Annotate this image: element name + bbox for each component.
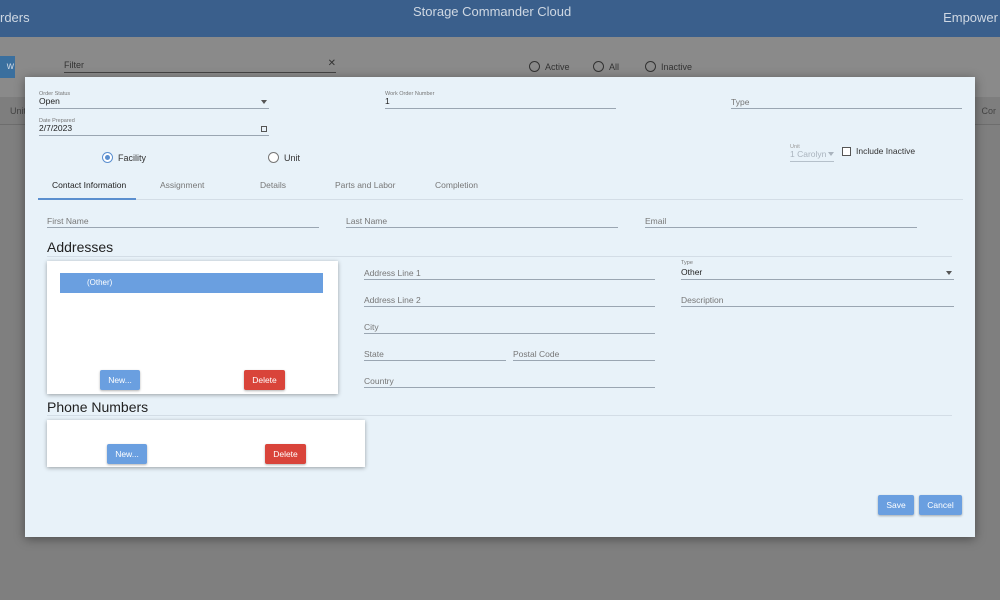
checkbox-box: [842, 146, 851, 156]
radio-unit[interactable]: Unit: [268, 152, 300, 163]
field-value: 1: [385, 96, 390, 106]
field-value: 1 Carolyn: [790, 149, 827, 159]
cancel-button[interactable]: Cancel: [919, 495, 962, 515]
email-field[interactable]: Email: [645, 216, 917, 228]
new-button[interactable]: w: [0, 56, 15, 78]
radio-label: All: [609, 61, 620, 72]
field-value: Open: [39, 96, 60, 106]
field-placeholder: Last Name: [346, 216, 388, 226]
city-field[interactable]: City: [364, 322, 655, 334]
radio-label: Active: [545, 61, 570, 72]
radio-circle: [645, 61, 656, 72]
radio-label: Unit: [284, 152, 301, 163]
radio-circle: [268, 152, 279, 163]
caret-down-icon: [946, 271, 952, 275]
radio-circle: [529, 61, 540, 72]
last-name-field[interactable]: Last Name: [346, 216, 618, 228]
app-logo: Storage Commander Cloud: [413, 4, 572, 19]
state-field[interactable]: State: [364, 349, 506, 361]
field-label: Work Order Number: [385, 91, 435, 97]
include-inactive-checkbox[interactable]: Include Inactive: [842, 146, 915, 156]
field-placeholder: First Name: [47, 216, 89, 226]
radio-circle-selected: [102, 152, 113, 163]
work-order-dialog: Order Status Open Work Order Number 1 Ty…: [25, 77, 975, 537]
caret-down-icon: [828, 152, 834, 156]
addresses-title: Addresses: [47, 239, 114, 255]
field-placeholder: Postal Code: [513, 349, 560, 359]
radio-label: Facility: [118, 152, 147, 163]
tab-bar: Contact Information Assignment Details P…: [38, 175, 963, 200]
new-phone-button[interactable]: New...: [107, 444, 147, 464]
address-list: (Other) New... Delete: [47, 261, 338, 394]
type-field[interactable]: Type: [731, 91, 962, 109]
field-value: Other: [681, 267, 703, 277]
first-name-field[interactable]: First Name: [47, 216, 319, 228]
field-placeholder: State: [364, 349, 384, 359]
filter-placeholder: Filter: [64, 60, 84, 70]
page-title-partial: rders: [0, 10, 30, 25]
filter-input[interactable]: Filter ✕: [64, 58, 336, 73]
field-label: Type: [681, 260, 693, 266]
unit-select[interactable]: Unit 1 Carolyn: [790, 144, 834, 162]
active-tab-indicator: [38, 198, 136, 200]
delete-address-button[interactable]: Delete: [244, 370, 285, 390]
column-header: Unit: [10, 106, 27, 116]
date-prepared-field[interactable]: Date Prepared 2/7/2023: [39, 118, 269, 136]
divider: [47, 415, 952, 416]
radio-label: Inactive: [661, 61, 693, 72]
radio-facility[interactable]: Facility: [102, 152, 146, 163]
tab-parts-and-labor[interactable]: Parts and Labor: [335, 180, 395, 190]
tab-assignment[interactable]: Assignment: [160, 180, 204, 190]
save-button[interactable]: Save: [878, 495, 914, 515]
app-header: rders Storage Commander Cloud Empower: [0, 0, 1000, 37]
country-field[interactable]: Country: [364, 376, 655, 388]
field-placeholder: Address Line 1: [364, 268, 421, 278]
address-line-1-field[interactable]: Address Line 1: [364, 268, 655, 280]
radio-inactive[interactable]: Inactive: [645, 61, 692, 72]
tab-contact-information[interactable]: Contact Information: [52, 180, 126, 190]
list-item[interactable]: (Other): [60, 273, 323, 293]
work-order-number-field[interactable]: Work Order Number 1: [385, 91, 616, 109]
field-value: 2/7/2023: [39, 123, 73, 133]
field-placeholder: Description: [681, 295, 724, 305]
postal-code-field[interactable]: Postal Code: [513, 349, 655, 361]
new-address-button[interactable]: New...: [100, 370, 140, 390]
clear-icon[interactable]: ✕: [328, 58, 336, 69]
phone-numbers-title: Phone Numbers: [47, 399, 149, 415]
field-placeholder: Email: [645, 216, 667, 226]
checkbox-label: Include Inactive: [856, 146, 916, 156]
order-status-select[interactable]: Order Status Open: [39, 91, 269, 109]
divider: [47, 256, 952, 257]
radio-circle: [593, 61, 604, 72]
company-name: Empower: [943, 10, 998, 25]
radio-active[interactable]: Active: [529, 61, 570, 72]
field-placeholder: Type: [731, 97, 750, 107]
delete-phone-button[interactable]: Delete: [265, 444, 306, 464]
column-header: Cor: [981, 106, 996, 116]
field-placeholder: Country: [364, 376, 394, 386]
phone-list: New... Delete: [47, 420, 365, 467]
description-field[interactable]: Description: [681, 295, 954, 307]
radio-all[interactable]: All: [593, 61, 619, 72]
field-placeholder: City: [364, 322, 379, 332]
address-line-2-field[interactable]: Address Line 2: [364, 295, 655, 307]
field-placeholder: Address Line 2: [364, 295, 421, 305]
address-type-select[interactable]: Type Other: [681, 260, 954, 280]
caret-down-icon: [261, 100, 267, 104]
calendar-icon[interactable]: [261, 126, 267, 132]
tab-completion[interactable]: Completion: [435, 180, 478, 190]
tab-details[interactable]: Details: [260, 180, 286, 190]
